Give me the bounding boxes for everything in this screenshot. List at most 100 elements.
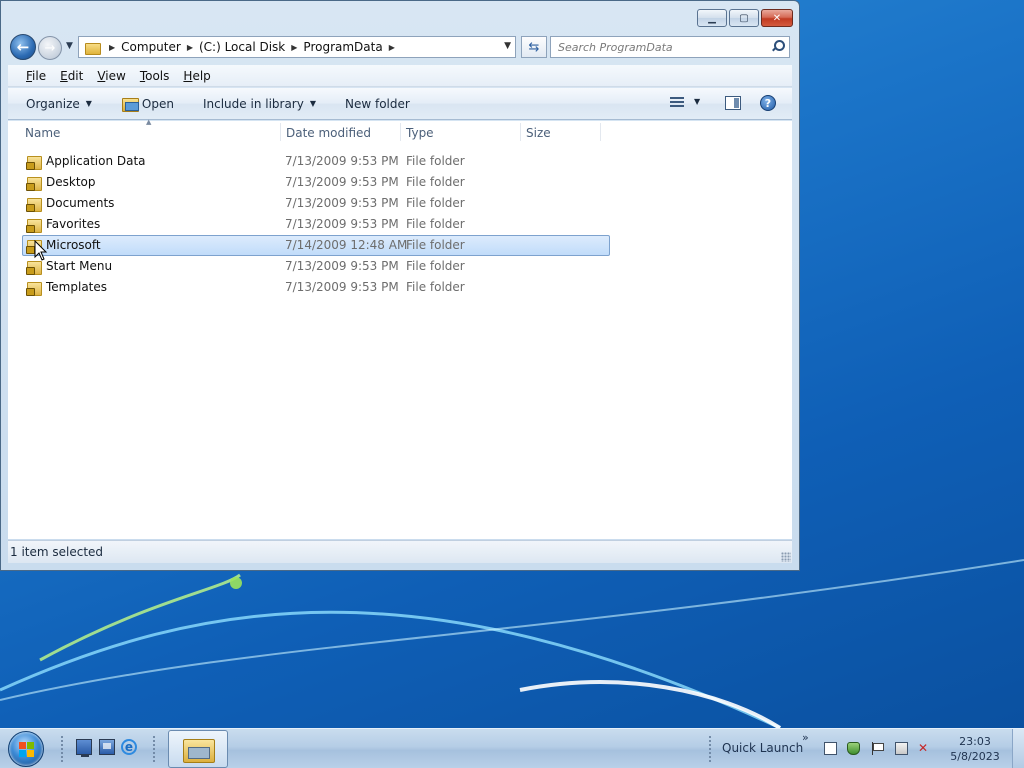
refresh-button[interactable]: ⇆ [521, 36, 547, 58]
folder-icon [85, 41, 101, 55]
file-type: File folder [406, 238, 465, 252]
preview-pane-icon[interactable] [725, 96, 741, 110]
start-button[interactable] [8, 731, 44, 767]
security-tray-icon[interactable] [847, 742, 860, 755]
network-tray-icon[interactable] [895, 742, 908, 755]
column-header-date-modified[interactable]: Date modified [286, 126, 371, 140]
taskbar-windows-explorer[interactable] [168, 730, 228, 768]
menu-edit[interactable]: Edit [60, 69, 83, 83]
column-header-type[interactable]: Type [406, 126, 434, 140]
sort-ascending-icon: ▲ [146, 118, 152, 126]
menu-file[interactable]: File [26, 69, 46, 83]
column-header-name[interactable]: Name [25, 126, 60, 140]
file-date-modified: 7/13/2009 9:53 PM [285, 280, 399, 294]
forward-button[interactable]: → [38, 36, 62, 60]
notes-tray-icon[interactable] [824, 742, 837, 755]
column-headers: ▲ Name Date modified Type Size [8, 118, 792, 145]
menu-view[interactable]: View [97, 69, 125, 83]
menu-bar: File Edit View Tools Help [8, 65, 792, 87]
breadcrumb-arrow-icon[interactable]: ▶ [389, 43, 395, 52]
quick-launch-toolbar[interactable]: Quick Launch [722, 741, 803, 755]
search-box[interactable] [550, 36, 790, 58]
file-name: Templates [46, 280, 108, 294]
locked-folder-icon [26, 197, 42, 212]
new-folder-button[interactable]: New folder [345, 97, 410, 111]
column-divider[interactable] [600, 123, 601, 141]
file-row[interactable]: Favorites 7/13/2009 9:53 PM File folder [22, 214, 610, 235]
system-clock[interactable]: 23:03 5/8/2023 [945, 734, 1005, 764]
organize-button[interactable]: Organize ▼ [26, 97, 92, 111]
search-input[interactable] [558, 40, 758, 54]
breadcrumb-arrow-icon[interactable]: ▶ [291, 43, 297, 52]
menu-help[interactable]: Help [183, 69, 210, 83]
status-text: 1 item selected [10, 545, 104, 559]
windows-explorer-icon [183, 737, 215, 763]
column-divider[interactable] [400, 123, 401, 141]
breadcrumb-local-disk[interactable]: (C:) Local Disk [199, 40, 285, 54]
action-center-flag-icon[interactable] [871, 742, 884, 755]
back-arrow-icon: ← [16, 38, 30, 56]
file-name: Desktop [46, 175, 96, 189]
taskbar-grip[interactable] [708, 735, 712, 763]
file-row[interactable]: Application Data 7/13/2009 9:53 PM File fo… [22, 151, 610, 172]
file-date-modified: 7/13/2009 9:53 PM [285, 217, 399, 231]
locked-folder-icon [26, 281, 42, 296]
file-type: File folder [406, 217, 465, 231]
forward-arrow-icon: → [44, 40, 56, 56]
breadcrumb-arrow-icon[interactable]: ▶ [109, 43, 115, 52]
show-desktop-button[interactable] [1012, 729, 1024, 768]
internet-explorer-icon[interactable]: e [121, 739, 137, 755]
recent-pages-dropdown[interactable]: ▼ [66, 41, 73, 51]
taskbar-grip[interactable] [60, 735, 64, 763]
breadcrumb-arrow-icon[interactable]: ▶ [187, 43, 193, 52]
open-button[interactable]: Open [121, 97, 174, 112]
clock-date: 5/8/2023 [950, 750, 1000, 763]
menu-tools[interactable]: Tools [140, 69, 170, 83]
back-button[interactable]: ← [10, 34, 36, 60]
file-row[interactable]: Documents 7/13/2009 9:53 PM File folder [22, 193, 610, 214]
file-name: Application Data [46, 154, 146, 168]
file-date-modified: 7/14/2009 12:48 AM [285, 238, 408, 252]
close-button[interactable]: ✕ [761, 9, 793, 27]
locked-folder-icon [26, 155, 42, 170]
include-in-library-button[interactable]: Include in library ▼ [203, 97, 316, 111]
file-row[interactable]: Start Menu 7/13/2009 9:53 PM File folder [22, 256, 610, 277]
column-divider[interactable] [280, 123, 281, 141]
switch-windows-icon[interactable] [99, 739, 115, 755]
file-row[interactable]: Microsoft 7/14/2009 12:48 AM File folder [22, 235, 610, 256]
taskbar-grip[interactable] [152, 735, 156, 763]
file-type: File folder [406, 280, 465, 294]
change-view-icon[interactable] [670, 97, 686, 109]
file-date-modified: 7/13/2009 9:53 PM [285, 175, 399, 189]
file-date-modified: 7/13/2009 9:53 PM [285, 259, 399, 273]
resize-grip-icon[interactable] [781, 552, 791, 562]
address-dropdown-icon[interactable]: ▼ [504, 41, 511, 51]
file-type: File folder [406, 175, 465, 189]
chevron-down-icon: ▼ [309, 99, 316, 108]
file-name: Start Menu [46, 259, 113, 273]
file-date-modified: 7/13/2009 9:53 PM [285, 196, 399, 210]
file-type: File folder [406, 259, 465, 273]
views-dropdown-icon[interactable]: ▼ [694, 97, 700, 106]
show-desktop-icon[interactable] [76, 739, 92, 757]
address-bar[interactable]: ▶ Computer ▶ (C:) Local Disk ▶ ProgramDa… [78, 36, 516, 58]
maximize-button[interactable]: ▢ [729, 9, 759, 27]
mouse-cursor-icon [34, 240, 48, 261]
minimize-icon: ▁ [708, 12, 716, 24]
minimize-button[interactable]: ▁ [697, 9, 727, 27]
locked-folder-icon [26, 260, 42, 275]
breadcrumb-programdata[interactable]: ProgramData [303, 40, 382, 54]
maximize-icon: ▢ [739, 12, 749, 24]
quick-launch-chevron[interactable]: » [802, 731, 809, 744]
file-row[interactable]: Templates 7/13/2009 9:53 PM File folder [22, 277, 610, 298]
breadcrumb-computer[interactable]: Computer [121, 40, 181, 54]
column-divider[interactable] [520, 123, 521, 141]
search-icon[interactable] [771, 40, 785, 52]
file-name: Microsoft [46, 238, 101, 252]
help-icon[interactable]: ? [760, 95, 776, 111]
volume-muted-icon[interactable]: ✕ [918, 742, 931, 755]
column-header-size[interactable]: Size [526, 126, 551, 140]
open-icon [121, 97, 139, 112]
chevron-down-icon: ▼ [85, 99, 92, 108]
file-row[interactable]: Desktop 7/13/2009 9:53 PM File folder [22, 172, 610, 193]
